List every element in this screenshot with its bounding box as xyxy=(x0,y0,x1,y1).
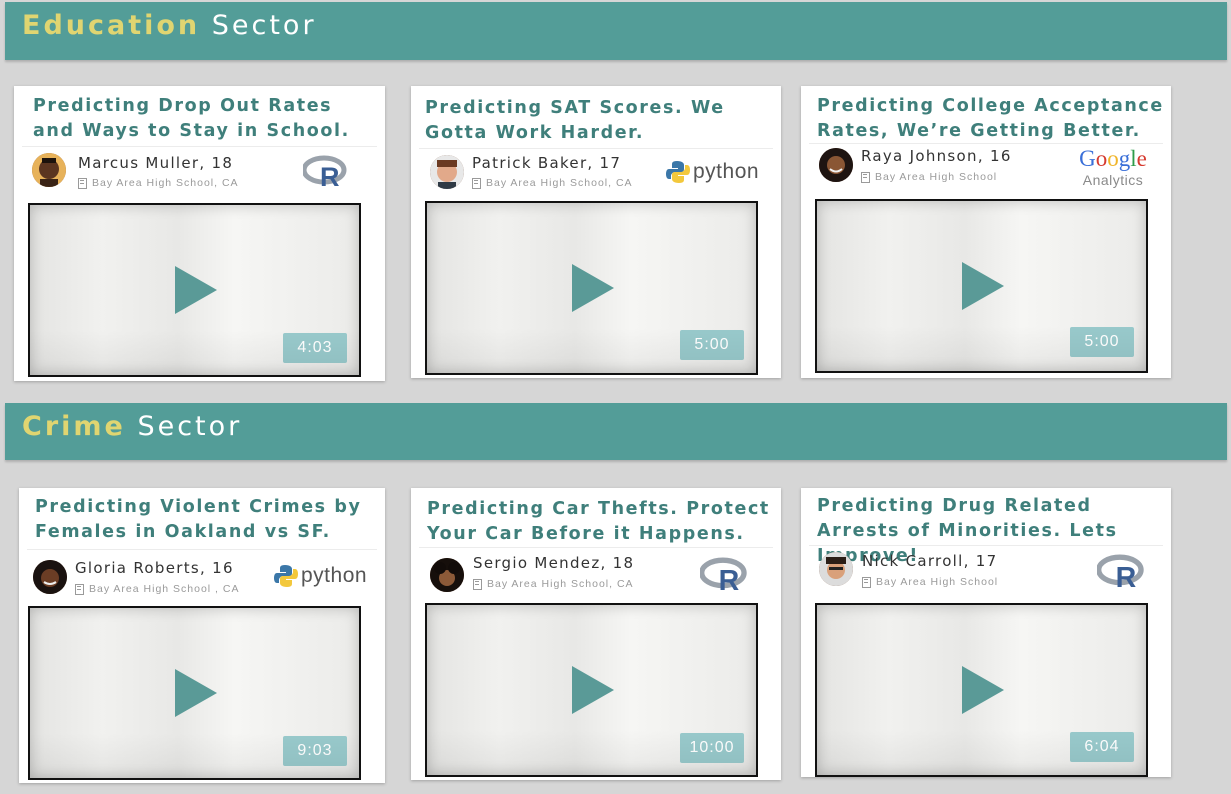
card-title[interactable]: Predicting Car Thefts. Protect Your Car … xyxy=(427,497,775,547)
play-icon[interactable] xyxy=(571,264,614,312)
avatar xyxy=(430,155,464,189)
building-icon xyxy=(472,177,481,189)
video-thumbnail[interactable]: 9:03 xyxy=(28,606,361,780)
duration-badge: 5:00 xyxy=(1070,327,1134,357)
author-name: Sergio Mendez, 18 xyxy=(473,554,635,572)
avatar xyxy=(32,153,66,187)
avatar xyxy=(819,148,853,182)
divider xyxy=(809,143,1163,144)
python-logo: python xyxy=(666,160,759,184)
building-icon xyxy=(75,583,84,595)
divider xyxy=(419,547,773,548)
video-card[interactable]: Predicting SAT Scores. We Gotta Work Har… xyxy=(411,86,781,378)
card-title[interactable]: Predicting Drop Out Rates and Ways to St… xyxy=(33,94,379,144)
video-card[interactable]: Predicting Violent Crimes by Females in … xyxy=(19,488,385,783)
building-icon xyxy=(861,171,870,183)
r-logo: R xyxy=(1096,554,1147,595)
card-title[interactable]: Predicting Violent Crimes by Females in … xyxy=(35,495,379,545)
card-title[interactable]: Predicting College Acceptance Rates, We’… xyxy=(817,94,1165,144)
duration-badge: 4:03 xyxy=(283,333,347,363)
duration-badge: 10:00 xyxy=(680,733,744,763)
avatar xyxy=(819,552,853,586)
play-icon[interactable] xyxy=(961,262,1004,310)
play-icon[interactable] xyxy=(961,666,1004,714)
school-label: Bay Area High School , CA xyxy=(75,583,239,595)
sector-title: Education Sector xyxy=(22,10,317,41)
divider xyxy=(27,549,377,550)
sector-header-education: Education Sector xyxy=(5,2,1227,60)
play-icon[interactable] xyxy=(174,669,217,717)
play-icon[interactable] xyxy=(174,266,217,314)
avatar xyxy=(33,560,67,594)
sector-title: Crime Sector xyxy=(22,411,243,442)
divider xyxy=(22,146,377,147)
video-card[interactable]: Predicting Car Thefts. Protect Your Car … xyxy=(411,488,781,780)
school-label: Bay Area High School, CA xyxy=(78,177,239,189)
school-label: Bay Area High School xyxy=(861,171,997,183)
play-icon[interactable] xyxy=(571,666,614,714)
python-logo: python xyxy=(274,564,367,588)
google-analytics-logo: Google Analytics xyxy=(1079,146,1147,188)
duration-badge: 5:00 xyxy=(680,330,744,360)
video-thumbnail[interactable]: 4:03 xyxy=(28,203,361,377)
video-card[interactable]: Predicting College Acceptance Rates, We’… xyxy=(801,86,1171,378)
svg-text:R: R xyxy=(719,565,740,593)
video-card[interactable]: Predicting Drug Related Arrests of Minor… xyxy=(801,488,1171,777)
card-title[interactable]: Predicting SAT Scores. We Gotta Work Har… xyxy=(425,96,775,146)
svg-text:R: R xyxy=(320,162,340,189)
video-thumbnail[interactable]: 6:04 xyxy=(815,603,1148,777)
author-name: Gloria Roberts, 16 xyxy=(75,559,234,577)
r-logo: R xyxy=(699,557,750,598)
school-label: Bay Area High School, CA xyxy=(473,578,634,590)
building-icon xyxy=(78,177,87,189)
school-label: Bay Area High School, CA xyxy=(472,177,633,189)
divider xyxy=(809,545,1163,546)
r-logo: R xyxy=(301,155,349,194)
avatar xyxy=(430,558,464,592)
duration-badge: 9:03 xyxy=(283,736,347,766)
author-name: Raya Johnson, 16 xyxy=(861,147,1012,165)
video-thumbnail[interactable]: 10:00 xyxy=(425,603,758,777)
sector-header-crime: Crime Sector xyxy=(5,403,1227,460)
school-label: Bay Area High School xyxy=(862,576,998,588)
author-name: Marcus Muller, 18 xyxy=(78,154,234,172)
building-icon xyxy=(862,576,871,588)
author-name: Patrick Baker, 17 xyxy=(472,154,622,172)
video-thumbnail[interactable]: 5:00 xyxy=(425,201,758,375)
duration-badge: 6:04 xyxy=(1070,732,1134,762)
svg-text:R: R xyxy=(1116,562,1137,590)
video-thumbnail[interactable]: 5:00 xyxy=(815,199,1148,373)
divider xyxy=(419,148,773,149)
building-icon xyxy=(473,578,482,590)
video-card[interactable]: Predicting Drop Out Rates and Ways to St… xyxy=(14,86,385,381)
author-name: Nick Carroll, 17 xyxy=(862,552,998,570)
